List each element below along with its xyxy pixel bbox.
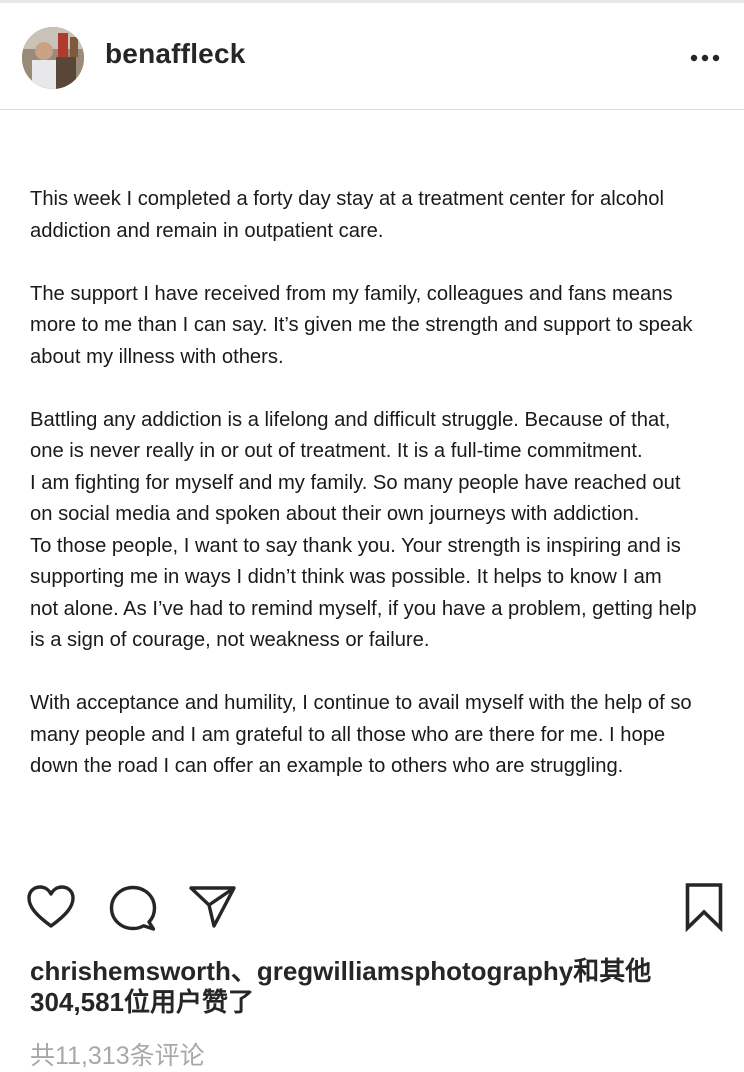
statement-line: To those people, I want to say thank you…: [30, 534, 681, 557]
send-icon: [189, 886, 236, 928]
like-button[interactable]: [26, 884, 76, 930]
statement-line: down the road I can offer an example to …: [30, 755, 624, 777]
comment-icon: [109, 885, 157, 931]
statement-line: about my illness with others.: [30, 345, 284, 368]
more-horizontal-icon: [690, 54, 720, 62]
heart-icon: [27, 885, 75, 928]
likes-line-1: chrishemsworth、gregwilliamsphotography和其…: [30, 956, 652, 986]
instagram-post: benaffleck This week I completed a forty…: [0, 0, 744, 1071]
statement-paragraph: This week I completed a forty day stay a…: [30, 184, 735, 247]
statement-line: one is never really in or out of treatme…: [30, 440, 643, 462]
statement-line: on social media and spoken about their o…: [30, 503, 640, 525]
view-comments-link[interactable]: 共11,313条评论: [30, 1036, 205, 1072]
comment-button[interactable]: [108, 884, 158, 932]
statement-line: The support I have received from my fami…: [30, 282, 673, 305]
statement-line: is a sign of courage, not weakness or fa…: [30, 629, 430, 651]
action-bar: [0, 878, 744, 938]
statement-line: more to me than I can say. It’s given me…: [30, 314, 693, 336]
bookmark-icon: [685, 883, 723, 932]
statement-line: I am fighting for myself and my family. …: [30, 471, 681, 494]
statement-line: This week I completed a forty day stay a…: [30, 188, 664, 210]
statement-line: With acceptance and humility, I continue…: [30, 692, 692, 714]
post-image[interactable]: This week I completed a forty day stay a…: [0, 111, 744, 858]
statement-paragraph: The support I have received from my fami…: [30, 279, 735, 374]
statement-line: supporting me in ways I didn’t think was…: [30, 566, 662, 588]
avatar[interactable]: [22, 27, 84, 89]
statement-line: Battling any addiction is a lifelong and…: [30, 408, 671, 431]
username[interactable]: benaffleck: [105, 38, 246, 70]
more-options-button[interactable]: [684, 43, 724, 73]
statement-line: many people and I am grateful to all tho…: [30, 723, 666, 746]
statement-paragraph: Battling any addiction is a lifelong and…: [30, 405, 735, 657]
statement-text: This week I completed a forty day stay a…: [30, 184, 735, 783]
statement-paragraph: With acceptance and humility, I continue…: [30, 688, 735, 783]
save-button[interactable]: [684, 882, 724, 932]
likes-count: 304,581位用户赞了: [30, 987, 254, 1017]
statement-line: not alone. As I’ve had to remind myself,…: [30, 597, 697, 620]
likes-summary[interactable]: chrishemsworth、gregwilliamsphotography和其…: [30, 956, 730, 1018]
share-button[interactable]: [188, 884, 238, 930]
statement-line: addiction and remain in outpatient care.: [30, 219, 384, 242]
post-header: benaffleck: [0, 3, 744, 110]
